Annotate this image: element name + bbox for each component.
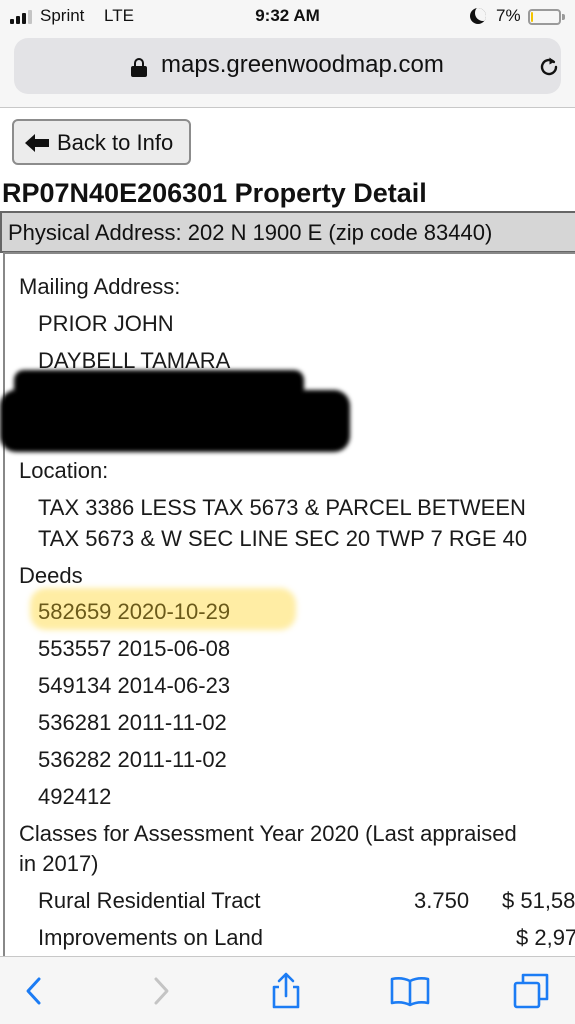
redaction-mark (0, 390, 350, 452)
clock: 9:32 AM (255, 6, 320, 25)
battery-percent: 7% (496, 6, 521, 25)
battery-icon (528, 9, 565, 25)
phone-screen: Sprint LTE 9:32 AM 7% maps.greenwoodmap.… (0, 0, 575, 1024)
location-line: TAX 5673 & W SEC LINE SEC 20 TWP 7 RGE 4… (38, 526, 528, 551)
back-button-label: Back to Info (57, 130, 174, 155)
deed-item: 582659 2020-10-29 (38, 599, 231, 624)
browser-toolbar (0, 956, 575, 1024)
classes-heading: Classes for Assessment Year 2020 (Last a… (19, 821, 517, 846)
classes-heading-cont: in 2017) (19, 851, 99, 876)
deed-item: 549134 2014-06-23 (38, 673, 231, 698)
address-bar[interactable]: maps.greenwoodmap.com (14, 38, 561, 94)
back-icon[interactable] (14, 971, 54, 1011)
class-acres: 3.750 (414, 888, 470, 913)
lock-icon (131, 58, 147, 77)
reload-icon[interactable] (537, 55, 561, 79)
deed-item: 492412 (38, 784, 112, 809)
deed-item: 536281 2011-11-02 (38, 710, 227, 735)
class-name: Improvements on Land (38, 925, 264, 950)
share-icon[interactable] (266, 971, 306, 1011)
mailing-address-label: Mailing Address: (19, 274, 181, 299)
battery-fill (531, 12, 533, 22)
location-line: TAX 3386 LESS TAX 5673 & PARCEL BETWEEN (38, 495, 526, 520)
class-value: $ 51,58 (502, 888, 575, 913)
moon-icon (470, 8, 486, 24)
bookmarks-icon[interactable] (390, 971, 430, 1011)
url-text[interactable]: maps.greenwoodmap.com (161, 51, 444, 79)
page-title: RP07N40E206301 Property Detail (2, 178, 427, 208)
arrow-left-icon (25, 134, 49, 152)
mailing-name: PRIOR JOHN (38, 311, 174, 336)
browser-address-area: maps.greenwoodmap.com (0, 34, 575, 108)
location-label: Location: (19, 458, 109, 483)
deed-item: 536282 2011-11-02 (38, 747, 227, 772)
back-to-info-button[interactable]: Back to Info (12, 119, 191, 165)
class-value: $ 2,97 (516, 925, 575, 950)
forward-icon[interactable] (141, 971, 181, 1011)
tabs-icon[interactable] (511, 971, 551, 1011)
deed-item: 553557 2015-06-08 (38, 636, 231, 661)
physical-address: Physical Address: 202 N 1900 E (zip code… (0, 211, 575, 253)
deeds-label: Deeds (19, 563, 83, 588)
web-page: Back to Info RP07N40E206301 Property Det… (0, 108, 575, 956)
class-name: Rural Residential Tract (38, 888, 261, 913)
status-bar: Sprint LTE 9:32 AM 7% (0, 0, 575, 34)
